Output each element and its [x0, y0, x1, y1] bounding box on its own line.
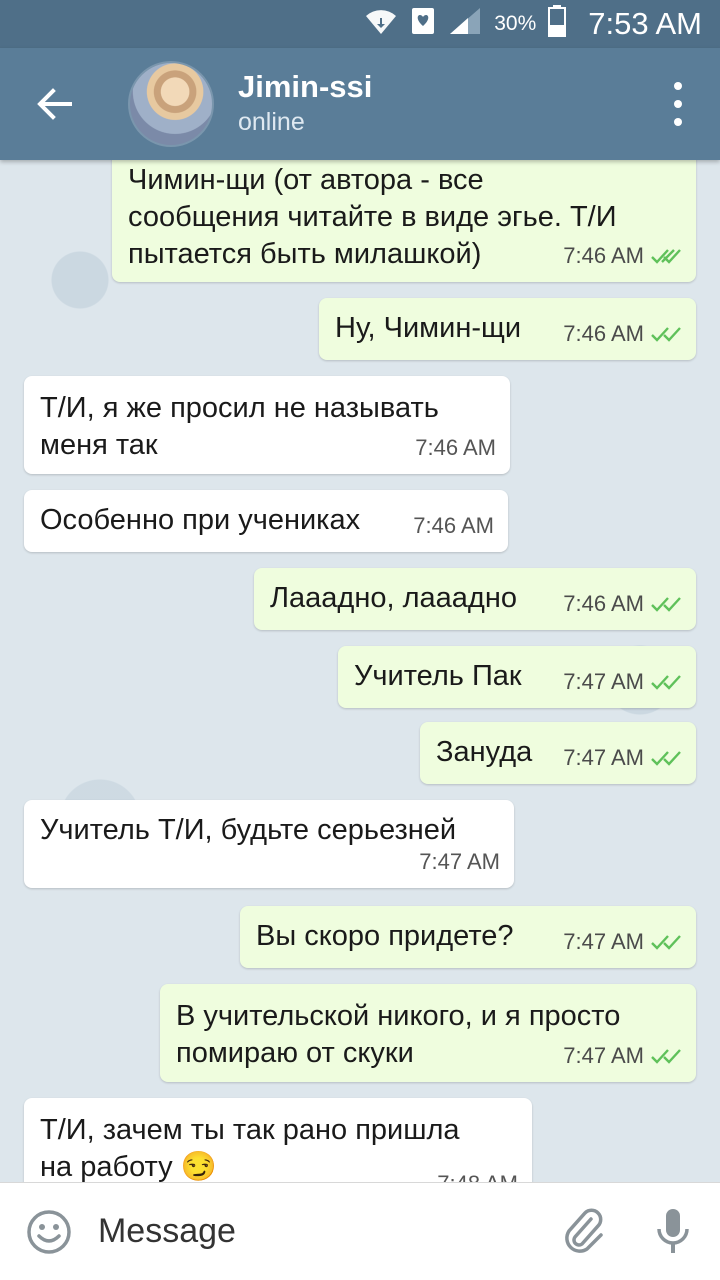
message-bubble[interactable]: Вы скоро придете? 7:47 AM: [240, 906, 696, 968]
message-time: 7:46 AM: [415, 435, 496, 460]
message-meta: 7:46 AM: [563, 315, 682, 352]
message-time: 7:47 AM: [563, 745, 644, 770]
double-check-icon: [651, 1048, 681, 1064]
back-button[interactable]: [0, 48, 108, 160]
more-vertical-icon: [674, 82, 682, 90]
message-input[interactable]: [97, 1212, 541, 1251]
message-time: 7:46 AM: [563, 591, 644, 616]
double-check-icon: [651, 326, 681, 342]
arrow-left-icon: [37, 88, 72, 120]
message-bubble[interactable]: Учитель Т/И, будьте серьезней 7:47 AM: [24, 800, 514, 888]
double-check-icon: [651, 674, 681, 690]
message-meta: 7:47 AM: [563, 923, 682, 960]
message-meta: 7:48 AM: [437, 1165, 518, 1182]
message-time: 7:46 AM: [563, 243, 644, 268]
double-check-icon: [651, 934, 681, 950]
message-bubble[interactable]: Т/И, зачем ты так рано пришла на работу …: [24, 1098, 532, 1182]
signal-icon: [448, 6, 482, 42]
message-bubble[interactable]: Особенно при учениках 7:46 AM: [24, 490, 508, 552]
message-bubble[interactable]: Т/И, я же просил не называть меня так 7:…: [24, 376, 510, 474]
message-time: 7:47 AM: [563, 929, 644, 954]
double-check-icon: [651, 248, 681, 264]
chat-header: Jimin-ssi online: [0, 48, 720, 160]
message-time: 7:47 AM: [563, 1043, 644, 1068]
double-check-icon: [651, 596, 681, 612]
message-time: 7:46 AM: [563, 321, 644, 346]
clock: 7:53 AM: [588, 6, 702, 41]
contact-info[interactable]: Jimin-ssi online: [238, 69, 372, 139]
message-time: 7:46 AM: [413, 513, 494, 538]
battery-icon: [548, 5, 567, 43]
contact-status: online: [238, 108, 305, 136]
message-meta: 7:46 AM: [563, 585, 682, 622]
emoji-button[interactable]: [0, 1208, 98, 1256]
notification-icon: [410, 6, 436, 42]
message-bubble[interactable]: В учительской никого, и я просто помираю…: [160, 984, 696, 1082]
double-check-icon: [651, 750, 681, 766]
message-time: 7:47 AM: [419, 849, 500, 874]
status-bar: 30% 7:53 AM: [0, 0, 720, 48]
message-bubble[interactable]: Учитель Пак 7:47 AM: [338, 646, 696, 708]
message-meta: 7:46 AM: [563, 237, 682, 274]
microphone-icon: [657, 1208, 689, 1253]
message-bubble[interactable]: Чимин-щи (от автора - все сообщения чита…: [112, 160, 696, 282]
message-meta: 7:47 AM: [419, 843, 500, 880]
smiley-icon: [27, 1209, 71, 1254]
wifi-icon: [364, 6, 398, 42]
avatar[interactable]: [128, 61, 214, 147]
battery-percent: 30%: [494, 12, 537, 35]
message-bubble[interactable]: Зануда 7:47 AM: [420, 722, 696, 784]
more-menu-button[interactable]: [666, 82, 690, 126]
message-time: 7:47 AM: [563, 669, 644, 694]
message-list[interactable]: Чимин-щи (от автора - все сообщения чита…: [0, 160, 720, 1182]
message-time: 7:48 AM: [437, 1165, 518, 1182]
message-bubble[interactable]: Ну, Чимин-щи 7:46 AM: [319, 298, 696, 360]
message-meta: 7:46 AM: [413, 507, 494, 544]
message-bubble[interactable]: Лааадно, лааадно 7:46 AM: [254, 568, 696, 630]
paperclip-icon: [565, 1208, 604, 1253]
contact-name: Jimin-ssi: [238, 69, 373, 104]
message-meta: 7:47 AM: [563, 739, 682, 776]
message-meta: 7:46 AM: [415, 429, 496, 466]
composer-bar: [0, 1182, 720, 1280]
voice-button[interactable]: [626, 1207, 720, 1257]
message-meta: 7:47 AM: [563, 1037, 682, 1074]
message-meta: 7:47 AM: [563, 663, 682, 700]
attach-button[interactable]: [541, 1207, 626, 1257]
